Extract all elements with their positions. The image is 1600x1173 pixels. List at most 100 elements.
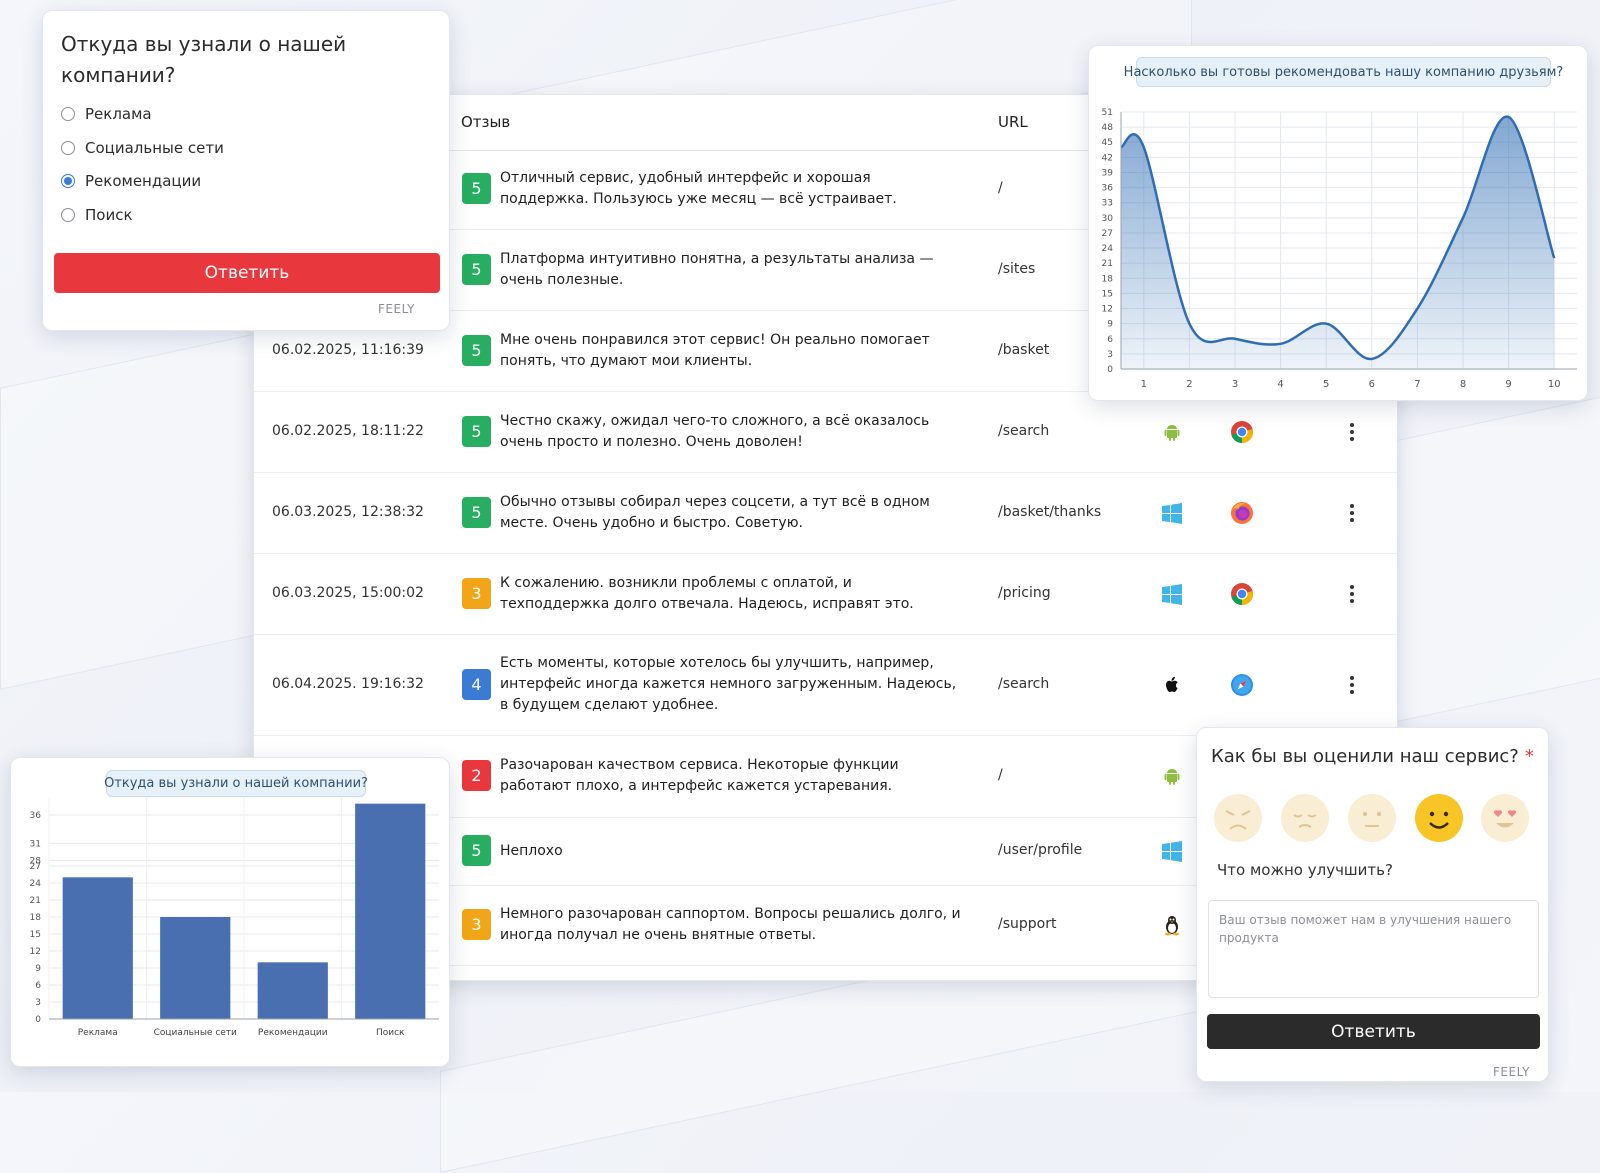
radio-button[interactable] bbox=[61, 174, 75, 188]
background-shape bbox=[0, 332, 262, 690]
table-row[interactable]: 06.03.2025, 15:00:02 3 К сожалению. возник… bbox=[254, 553, 1397, 635]
review-text: Разочарован качеством сервиса. Некоторые… bbox=[500, 757, 899, 794]
review-url[interactable]: /user/profile bbox=[998, 842, 1082, 858]
review-url[interactable]: /support bbox=[998, 916, 1056, 932]
review-date: 06.02.2025, 18:11:22 bbox=[272, 422, 424, 439]
review-text: Мне очень понравился этот сервис! Он реа… bbox=[500, 331, 930, 369]
x-tick-label: 6 bbox=[1369, 379, 1375, 390]
survey-option[interactable]: Социальные сети bbox=[61, 139, 224, 157]
survey-option[interactable]: Рекомендации bbox=[61, 172, 201, 190]
score-badge: 3 bbox=[462, 909, 491, 940]
background-shape bbox=[1380, 396, 1600, 726]
review-url[interactable]: / bbox=[998, 767, 1003, 783]
survey-option[interactable]: Реклама bbox=[61, 105, 152, 123]
survey-option[interactable]: Поиск bbox=[61, 206, 133, 224]
review-url[interactable]: /search bbox=[998, 676, 1049, 692]
row-menu-icon[interactable] bbox=[1339, 500, 1365, 526]
y-tick-label: 21 bbox=[1102, 259, 1113, 269]
firefox-icon bbox=[1229, 500, 1255, 526]
y-tick-label: 9 bbox=[35, 964, 41, 974]
review-date: 06.02.2025, 11:16:39 bbox=[272, 341, 424, 358]
bar[interactable] bbox=[355, 803, 426, 1019]
survey-submit-button[interactable]: Ответить bbox=[54, 253, 440, 293]
bar[interactable] bbox=[62, 877, 133, 1019]
improve-label: Что можно улучшить? bbox=[1217, 861, 1393, 879]
y-tick-label: 15 bbox=[30, 930, 41, 940]
rating-survey-widget: Как бы вы оценили наш сервис? * Что можно… bbox=[1196, 727, 1549, 1082]
review-text: Есть моменты, которые хотелось бы улучши… bbox=[500, 655, 957, 713]
sad-face-icon[interactable] bbox=[1281, 794, 1329, 842]
y-tick-label: 12 bbox=[30, 947, 41, 957]
y-tick-label: 9 bbox=[1107, 320, 1113, 330]
y-tick-label: 51 bbox=[1102, 108, 1113, 118]
review-text: К сожалению. возникли проблемы с оплатой… bbox=[500, 574, 914, 612]
windows-icon bbox=[1159, 500, 1185, 526]
neutral-face-icon[interactable] bbox=[1348, 794, 1396, 842]
y-tick-label: 30 bbox=[1102, 214, 1114, 224]
rating-question: Как бы вы оценили наш сервис? * bbox=[1211, 746, 1534, 767]
apple-icon bbox=[1159, 672, 1185, 698]
review-url[interactable]: /search bbox=[998, 423, 1049, 439]
android-icon bbox=[1159, 419, 1185, 445]
review-url[interactable]: /sites bbox=[998, 261, 1035, 277]
column-header-review[interactable]: Отзыв bbox=[461, 113, 510, 131]
radio-button[interactable] bbox=[61, 207, 75, 222]
angry-face-icon[interactable] bbox=[1214, 794, 1262, 842]
table-row[interactable]: 06.03.2025, 12:38:32 5 Обычно отзывы собир… bbox=[254, 472, 1397, 554]
y-tick-label: 0 bbox=[1107, 365, 1113, 375]
survey-option-label: Рекомендации bbox=[85, 172, 202, 190]
y-tick-label: 6 bbox=[1107, 335, 1113, 345]
table-row[interactable]: 06.02.2025, 18:11:22 5 Честно скажу, ожида… bbox=[254, 391, 1397, 473]
row-menu-icon[interactable] bbox=[1339, 672, 1365, 698]
x-tick-label: 8 bbox=[1460, 379, 1466, 390]
review-date: 06.03.2025, 15:00:02 bbox=[272, 584, 424, 601]
y-tick-label: 36 bbox=[30, 811, 42, 821]
bar[interactable] bbox=[257, 962, 328, 1019]
y-tick-label: 21 bbox=[30, 896, 41, 906]
x-tick-label: 3 bbox=[1232, 379, 1238, 390]
android-icon bbox=[1159, 763, 1185, 789]
row-menu-icon[interactable] bbox=[1339, 419, 1365, 445]
table-row[interactable]: 06.04.2025. 19:16:32 4 Есть моменты, котор… bbox=[254, 634, 1397, 736]
score-badge: 2 bbox=[462, 760, 491, 791]
review-text: Неплохо bbox=[500, 842, 563, 859]
score-badge: 5 bbox=[462, 334, 491, 366]
column-header-url[interactable]: URL bbox=[998, 113, 1028, 131]
survey-question: Откуда вы узнали о нашей компании? bbox=[61, 32, 347, 87]
x-tick-label: 1 bbox=[1141, 379, 1147, 390]
source-chart-widget: Откуда вы узнали о нашей компании? 03691… bbox=[10, 757, 450, 1067]
review-date: 06.03.2025, 12:38:32 bbox=[272, 503, 424, 520]
y-tick-label: 28 bbox=[30, 856, 42, 866]
y-tick-label: 18 bbox=[1102, 274, 1114, 284]
love-face-icon[interactable] bbox=[1481, 794, 1529, 842]
y-tick-label: 33 bbox=[1102, 199, 1113, 209]
y-tick-label: 24 bbox=[30, 879, 42, 889]
linux-icon bbox=[1159, 912, 1185, 938]
x-tick-label: Социальные сети bbox=[154, 1028, 237, 1038]
score-badge: 5 bbox=[462, 415, 491, 447]
review-url[interactable]: /basket/thanks bbox=[998, 504, 1101, 520]
survey-option-label: Социальные сети bbox=[85, 138, 224, 157]
rating-submit-button[interactable]: Ответить bbox=[1207, 1014, 1540, 1049]
review-text: Отличный сервис, удобный интерфейс и хор… bbox=[500, 170, 897, 207]
y-tick-label: 31 bbox=[30, 839, 41, 849]
y-tick-label: 6 bbox=[35, 981, 41, 991]
x-tick-label: Рекомендации bbox=[258, 1028, 328, 1038]
review-url[interactable]: /pricing bbox=[998, 585, 1051, 601]
smile-face-icon[interactable] bbox=[1415, 794, 1463, 842]
y-tick-label: 39 bbox=[1102, 168, 1114, 178]
x-tick-label: 9 bbox=[1505, 379, 1511, 390]
review-url[interactable]: /basket bbox=[998, 342, 1049, 358]
radio-button[interactable] bbox=[61, 107, 75, 121]
radio-button[interactable] bbox=[61, 140, 75, 155]
x-tick-label: 4 bbox=[1277, 379, 1283, 390]
review-url[interactable]: / bbox=[998, 180, 1003, 196]
feedback-textarea[interactable]: Ваш отзыв поможет нам в улучшения нашего… bbox=[1208, 900, 1539, 998]
chrome-icon bbox=[1229, 581, 1255, 607]
x-tick-label: 2 bbox=[1186, 379, 1192, 390]
row-menu-icon[interactable] bbox=[1339, 581, 1365, 607]
windows-icon bbox=[1159, 581, 1185, 607]
nps-chart-widget: Насколько вы готовы рекомендовать нашу к… bbox=[1088, 45, 1588, 401]
source-survey-widget: Откуда вы узнали о нашей компании? Рекла… bbox=[42, 10, 450, 331]
bar[interactable] bbox=[160, 917, 231, 1019]
